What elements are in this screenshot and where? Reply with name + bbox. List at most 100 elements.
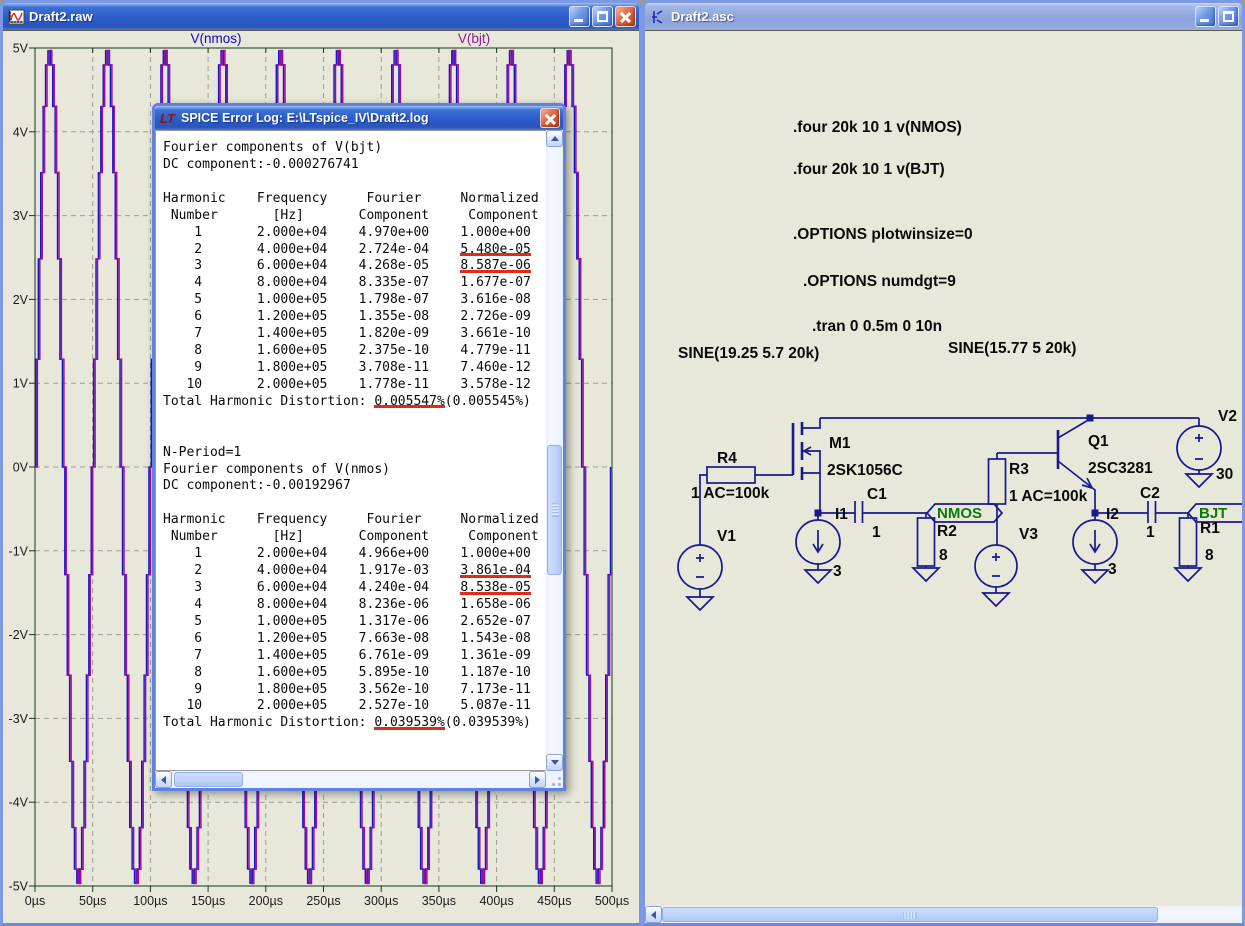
y-axis-tick-label: 1V	[13, 377, 29, 391]
scrollbar-thumb[interactable]	[174, 772, 243, 787]
spice-directive[interactable]: .OPTIONS plotwinsize=0	[793, 226, 973, 243]
component-label[interactable]: Q1	[1088, 433, 1109, 450]
scrollbar-thumb[interactable]	[662, 907, 1158, 922]
log-line: DC component:-0.000276741	[163, 156, 359, 172]
component-label[interactable]: R2	[937, 523, 957, 540]
resistor-r2	[912, 513, 940, 582]
scrollbar-thumb[interactable]	[547, 445, 562, 575]
spice-directive[interactable]: SINE(19.25 5.7 20k)	[678, 345, 819, 362]
log-line: 10 2.000e+05 2.527e-10 5.087e-11	[163, 698, 531, 714]
minimize-button[interactable]	[569, 6, 590, 27]
log-line: 2 4.000e+04 1.917e-03 3.861e-04	[163, 563, 531, 579]
x-axis-tick-label: 150µs	[191, 894, 225, 908]
arrow-left-icon	[157, 775, 166, 784]
scroll-left-button[interactable]	[155, 771, 172, 788]
log-line: Fourier components of V(bjt)	[163, 140, 383, 155]
schematic-window-icon	[652, 9, 663, 24]
component-label[interactable]: 2SC3281	[1088, 460, 1153, 477]
log-line: 5 1.000e+05 1.317e-06 2.652e-07	[163, 613, 531, 629]
component-label[interactable]: 1 AC=100k	[1009, 488, 1088, 505]
log-text: Fourier components of V(bjt) DC component…	[155, 130, 546, 771]
spice-directive[interactable]: .tran 0 0.5m 0 10n	[812, 318, 942, 335]
titlebar-schematic[interactable]: Draft2.asc	[645, 3, 1242, 30]
log-line: 9 1.800e+05 3.562e-10 7.173e-11	[163, 681, 531, 697]
resistor-r1	[1174, 513, 1202, 582]
component-label[interactable]: C2	[1140, 485, 1160, 502]
spice-directive[interactable]: .OPTIONS numdgt=9	[803, 273, 956, 290]
junction-dot	[814, 509, 822, 517]
log-line: 4 8.000e+04 8.335e-07 1.677e-07	[163, 275, 531, 291]
maximize-button[interactable]	[1218, 6, 1239, 27]
net-label-nmos[interactable]: NMOS	[937, 505, 982, 522]
component-label[interactable]: I2	[1106, 506, 1119, 523]
y-axis-tick-label: -5V	[9, 880, 29, 894]
component-label[interactable]: R4	[717, 450, 737, 467]
maximize-button[interactable]	[592, 6, 613, 27]
component-label[interactable]: V3	[1019, 526, 1038, 543]
spice-directive[interactable]: .four 20k 10 1 v(BJT)	[793, 161, 945, 178]
schematic-canvas[interactable]: .four 20k 10 1 v(NMOS) .four 20k 10 1 v(B…	[645, 31, 1242, 906]
scroll-left-button[interactable]	[645, 906, 662, 923]
log-line: 7 1.400e+05 1.820e-09 3.661e-10	[163, 326, 531, 342]
y-axis-tick-label: -3V	[9, 712, 29, 726]
x-axis-tick-label: 100µs	[133, 894, 167, 908]
log-line: 10 2.000e+05 1.778e-11 3.578e-12	[163, 376, 531, 392]
x-axis-tick-label: 450µs	[537, 894, 571, 908]
log-vscrollbar[interactable]	[546, 130, 563, 771]
dialog-close-button[interactable]	[540, 108, 560, 128]
minimize-icon	[574, 19, 583, 22]
spice-error-log-dialog: LT SPICE Error Log: E:\LTspice_IV\Draft2…	[152, 103, 566, 791]
component-label[interactable]: 3	[1108, 561, 1117, 578]
component-label[interactable]: 30	[1216, 466, 1233, 483]
component-label[interactable]: 1	[1146, 524, 1155, 541]
red-underline-annotation: 5.480e-05	[460, 241, 531, 257]
component-label[interactable]: V1	[717, 528, 736, 545]
log-line: Fourier components of V(nmos)	[163, 461, 390, 477]
spice-directive[interactable]: .four 20k 10 1 v(NMOS)	[793, 119, 962, 136]
y-axis-tick-label: 0V	[13, 461, 29, 475]
component-label[interactable]: 8	[1205, 547, 1214, 564]
legend-trace-Vbjt[interactable]: V(bjt)	[458, 31, 490, 46]
component-label[interactable]: C1	[867, 486, 887, 503]
log-line: 5 1.000e+05 1.798e-07 3.616e-08	[163, 292, 531, 308]
log-line: 6 1.200e+05 1.355e-08 2.726e-09	[163, 309, 531, 325]
m1-drain	[802, 418, 821, 429]
ltspice-logo-icon: LT	[160, 111, 176, 126]
titlebar-waveform[interactable]: Draft2.raw	[3, 3, 639, 30]
component-label[interactable]: 3	[833, 563, 842, 580]
dialog-titlebar[interactable]: LT SPICE Error Log: E:\LTspice_IV\Draft2…	[155, 106, 563, 130]
component-label[interactable]: 1	[872, 524, 881, 541]
component-label[interactable]: V2	[1218, 408, 1237, 425]
scroll-right-button[interactable]	[529, 771, 546, 788]
scroll-up-button[interactable]	[546, 130, 563, 147]
component-label[interactable]: R3	[1009, 461, 1029, 478]
component-label[interactable]: I1	[835, 506, 848, 523]
component-label[interactable]: 2SK1056C	[827, 462, 903, 479]
log-line: 7 1.400e+05 6.761e-09 1.361e-09	[163, 647, 531, 663]
component-label[interactable]: 1 AC=100k	[691, 485, 770, 502]
log-line: 8 1.600e+05 5.895e-10 1.187e-10	[163, 664, 531, 680]
ltspice-workspace: Draft2.raw 5V 4V 3V 2V 1V 0V -1V -2V -3V -4V -5V 0µ…	[0, 0, 1245, 926]
log-line: 3 6.000e+04 4.240e-04 8.538e-05	[163, 579, 531, 595]
log-hscrollbar[interactable]	[155, 771, 546, 788]
x-axis-tick-label: 400µs	[479, 894, 513, 908]
x-axis-tick-label: 350µs	[422, 894, 456, 908]
component-label[interactable]: M1	[829, 435, 851, 452]
scroll-down-button[interactable]	[546, 754, 563, 771]
spice-directive[interactable]: SINE(15.77 5 20k)	[948, 340, 1076, 357]
legend-trace-Vnmos[interactable]: V(nmos)	[190, 31, 241, 46]
ground-i1	[804, 569, 832, 584]
component-label[interactable]: 8	[939, 547, 948, 564]
schematic-hscrollbar[interactable]	[645, 906, 1242, 923]
minimize-button[interactable]	[1195, 6, 1216, 27]
log-line: Total Harmonic Distortion: 0.005547%(0.0…	[163, 393, 531, 409]
red-underline-annotation: 0.005547%	[374, 393, 445, 409]
log-line: Number [Hz] Component Component	[163, 207, 539, 223]
net-label-bjt[interactable]: BJT	[1199, 505, 1227, 522]
resize-grip[interactable]	[546, 771, 563, 788]
component-label[interactable]: R1	[1200, 520, 1220, 537]
close-button[interactable]	[615, 6, 636, 27]
svg-text:LT: LT	[160, 111, 176, 126]
y-axis-tick-label: 3V	[13, 209, 29, 223]
